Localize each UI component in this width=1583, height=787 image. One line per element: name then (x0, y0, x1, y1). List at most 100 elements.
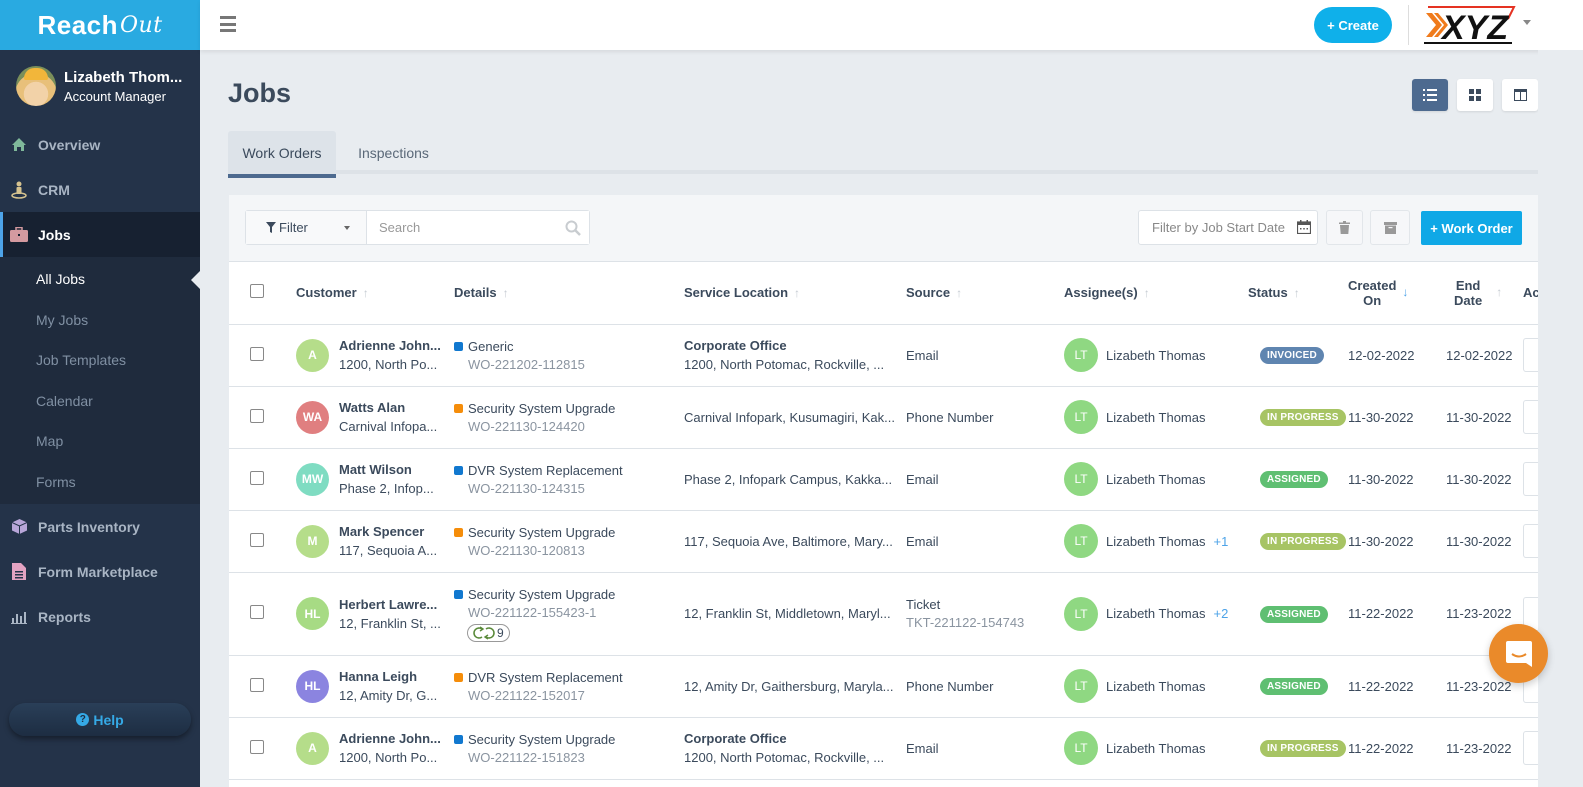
subnav-job-templates[interactable]: Job Templates (0, 340, 200, 381)
company-dropdown-icon[interactable] (1523, 20, 1531, 25)
assignee-cell[interactable]: LT Lizabeth Thomas (1064, 338, 1248, 372)
col-end-date[interactable]: End Date ↑ (1436, 262, 1523, 325)
chat-widget-button[interactable] (1489, 624, 1548, 683)
recurrence-badge[interactable]: 9 (467, 623, 510, 642)
col-assignees[interactable]: Assignee(s) ↑ (1064, 262, 1248, 325)
row-checkbox[interactable] (250, 532, 264, 547)
table-row[interactable]: M Mark Spencer 117, Sequoia A... Securit… (229, 510, 1538, 573)
work-order-number[interactable]: WO-221122-155423-1 (454, 604, 684, 622)
sidebar-item-jobs[interactable]: Jobs (0, 212, 200, 257)
customer-cell[interactable]: HL Hanna Leigh 12, Amity Dr, G... (296, 667, 454, 705)
filter-dropdown[interactable]: Filter (246, 211, 367, 244)
assignee-cell[interactable]: LT Lizabeth Thomas +2 (1064, 596, 1248, 631)
subnav-map[interactable]: Map (0, 421, 200, 462)
assignee-cell[interactable]: LT Lizabeth Thomas (1064, 669, 1248, 703)
assignee-cell[interactable]: LT Lizabeth Thomas (1064, 462, 1248, 496)
sidebar-item-label: Overview (38, 136, 101, 153)
customer-cell[interactable]: A Adrienne John... 1200, North Po... (296, 336, 454, 374)
job-start-date-filter[interactable]: Filter by Job Start Date (1138, 210, 1318, 245)
sidebar-item-overview[interactable]: Overview (0, 122, 200, 167)
table-row[interactable]: A Adrienne John... 1200, North Po... Gen… (229, 324, 1538, 387)
customer-cell[interactable]: M Mark Spencer 117, Sequoia A... (296, 522, 454, 560)
user-profile[interactable]: Lizabeth Thom... Account Manager (0, 50, 200, 122)
table-row[interactable]: A Adrienne John... 1200, North Po... Sec… (229, 717, 1538, 780)
row-actions-button[interactable] (1523, 400, 1538, 434)
grid-view-button[interactable] (1457, 79, 1493, 111)
archive-button[interactable] (1370, 210, 1410, 245)
subnav-calendar[interactable]: Calendar (0, 381, 200, 422)
customer-avatar: M (296, 524, 329, 558)
row-checkbox[interactable] (250, 605, 264, 619)
row-checkbox[interactable] (250, 408, 264, 423)
row-checkbox[interactable] (250, 739, 264, 754)
work-order-number[interactable]: WO-221122-151823 (454, 749, 684, 767)
more-assignees[interactable]: +2 (1214, 606, 1229, 621)
assignee-cell[interactable]: LT Lizabeth Thomas (1064, 731, 1248, 765)
source-ticket[interactable]: TKT-221122-154743 (906, 614, 1064, 632)
col-status[interactable]: Status ↑ (1248, 262, 1348, 325)
col-actions: Ac (1523, 262, 1540, 325)
status-badge: IN PROGRESS (1260, 533, 1346, 550)
search-icon[interactable] (565, 220, 581, 236)
sidebar-item-label: Reports (38, 608, 91, 625)
sidebar-item-reports[interactable]: Reports (0, 594, 200, 639)
created-on: 12-02-2022 (1348, 347, 1415, 363)
assignee-cell[interactable]: LT Lizabeth Thomas +1 (1064, 524, 1248, 558)
subnav-my-jobs[interactable]: My Jobs (0, 300, 200, 341)
tab-inspections[interactable]: Inspections (336, 131, 451, 174)
subnav-forms[interactable]: Forms (0, 462, 200, 503)
menu-toggle-icon[interactable] (220, 16, 236, 32)
customer-name: Hanna Leigh (339, 669, 418, 684)
select-all-checkbox[interactable] (250, 284, 264, 299)
table-row[interactable]: HL Hanna Leigh 12, Amity Dr, G... DVR Sy… (229, 655, 1538, 718)
table-row[interactable]: HL Herbert Lawre... 12, Franklin St, ...… (229, 572, 1538, 656)
customer-cell[interactable]: A Adrienne John... 1200, North Po... (296, 729, 454, 767)
row-checkbox[interactable] (250, 346, 264, 361)
row-actions-button[interactable] (1523, 462, 1538, 496)
col-details[interactable]: Details ↑ (454, 262, 684, 325)
work-order-number[interactable]: WO-221122-152017 (454, 687, 684, 705)
assignee-avatar: LT (1064, 400, 1098, 434)
customer-address: 117, Sequoia A... (339, 543, 438, 558)
jobs-subnav: All Jobs My Jobs Job Templates Calendar … (0, 257, 200, 504)
row-actions-button[interactable] (1523, 731, 1538, 765)
add-work-order-button[interactable]: + Work Order (1421, 211, 1522, 245)
sidebar-item-form-marketplace[interactable]: Form Marketplace (0, 549, 200, 594)
list-view-button[interactable] (1412, 79, 1448, 111)
company-logo[interactable]: XYZ (1422, 5, 1516, 47)
customer-cell[interactable]: WA Watts Alan Carnival Infopa... (296, 398, 454, 436)
customer-cell[interactable]: HL Herbert Lawre... 12, Franklin St, ... (296, 595, 454, 633)
row-actions-button[interactable] (1523, 524, 1538, 558)
assignee-cell[interactable]: LT Lizabeth Thomas (1064, 400, 1248, 434)
sidebar-item-crm[interactable]: CRM (0, 167, 200, 212)
help-button[interactable]: ? Help (9, 703, 191, 736)
tab-work-orders[interactable]: Work Orders (228, 131, 336, 178)
work-order-number[interactable]: WO-221202-112815 (454, 356, 684, 374)
sidebar-item-parts-inventory[interactable]: Parts Inventory (0, 504, 200, 549)
subnav-all-jobs[interactable]: All Jobs (0, 259, 200, 300)
user-avatar (16, 66, 56, 106)
delete-button[interactable] (1326, 210, 1363, 245)
create-button[interactable]: + Create (1314, 7, 1392, 43)
col-customer[interactable]: Customer ↑ (296, 262, 454, 325)
end-date: 12-02-2022 (1446, 347, 1513, 363)
search-input[interactable] (367, 211, 589, 244)
customer-cell[interactable]: MW Matt Wilson Phase 2, Infop... (296, 460, 454, 498)
board-view-button[interactable] (1502, 79, 1538, 111)
row-checkbox[interactable] (250, 470, 264, 485)
table-row[interactable]: WA Watts Alan Carnival Infopa... Securit… (229, 386, 1538, 449)
more-assignees[interactable]: +1 (1214, 534, 1229, 549)
app-logo[interactable]: Reach Out (0, 0, 200, 50)
created-on: 11-30-2022 (1348, 471, 1414, 487)
work-order-number[interactable]: WO-221130-120813 (454, 542, 684, 560)
table-row[interactable]: MW Matt Wilson Phase 2, Infop... DVR Sys… (229, 448, 1538, 511)
sort-arrow-icon: ↑ (1293, 285, 1300, 300)
col-service-location[interactable]: Service Location ↑ (684, 262, 906, 325)
work-order-number[interactable]: WO-221130-124315 (454, 480, 684, 498)
col-created-on[interactable]: Created On ↓ (1348, 262, 1436, 325)
col-source[interactable]: Source ↑ (906, 262, 1064, 325)
row-checkbox[interactable] (250, 677, 264, 692)
work-order-number[interactable]: WO-221130-124420 (454, 418, 684, 436)
chat-icon (1505, 640, 1532, 667)
row-actions-button[interactable] (1523, 338, 1538, 372)
